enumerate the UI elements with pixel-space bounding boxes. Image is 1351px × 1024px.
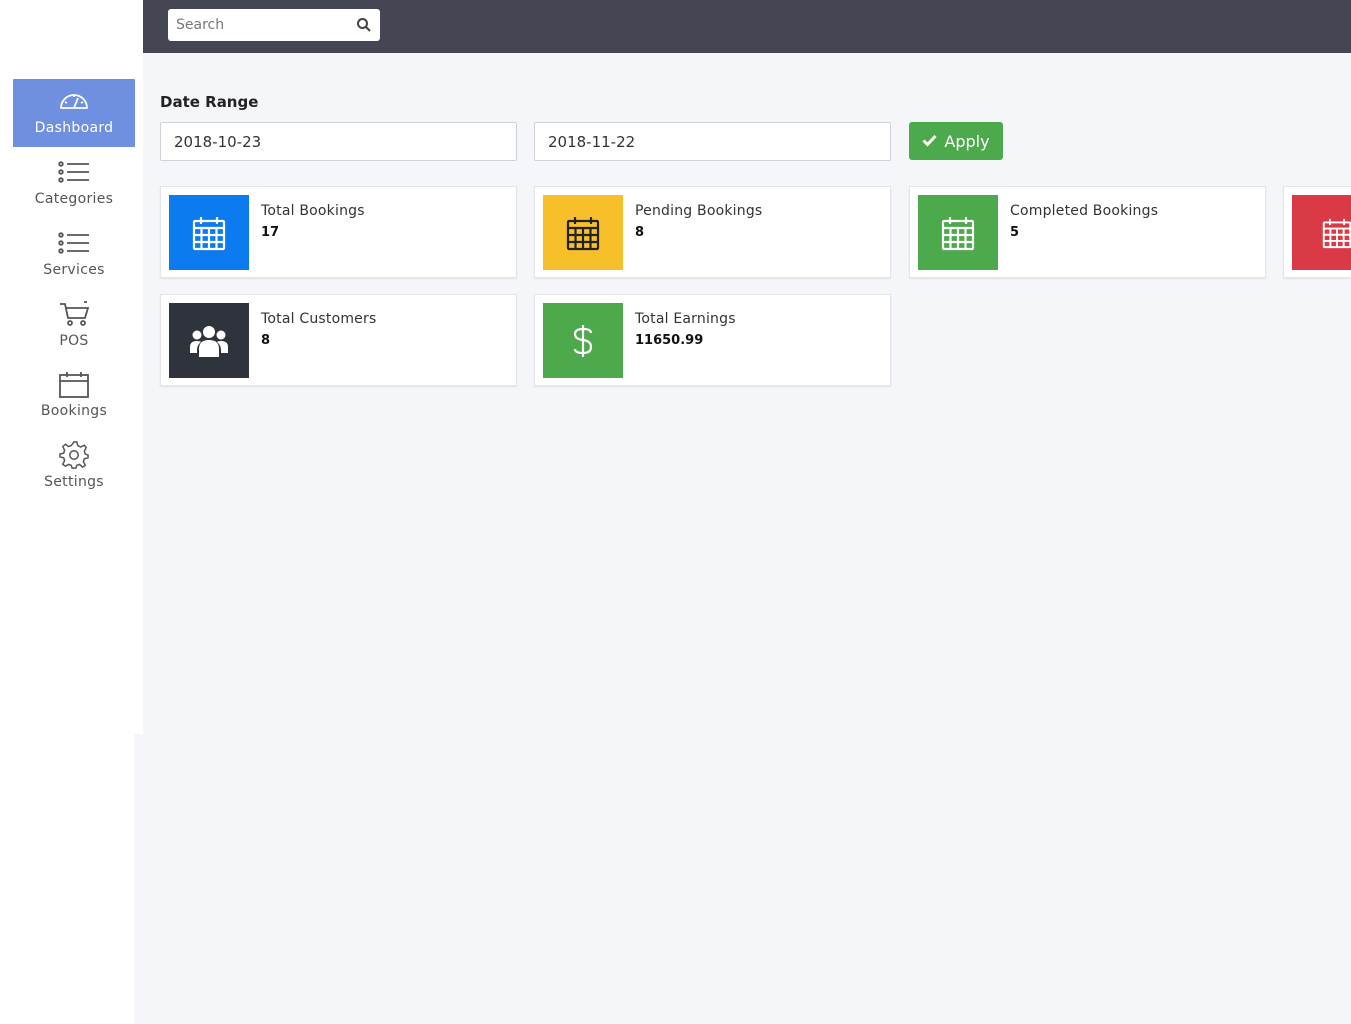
card-value: 8 — [635, 225, 645, 240]
list-icon — [58, 158, 90, 186]
card-title: Total Bookings — [261, 203, 365, 219]
calendar-icon — [58, 370, 90, 398]
card-title: Total Earnings — [635, 311, 736, 327]
calendar-icon — [918, 195, 998, 270]
sidebar-item-label: Dashboard — [34, 120, 114, 136]
apply-button[interactable]: Apply — [909, 122, 1003, 160]
search-box — [168, 9, 380, 41]
card-value: 11650.99 — [635, 333, 704, 348]
sidebar: Dashboard Categories Services POS Bookin… — [0, 0, 143, 734]
stat-card-total-earnings: Total Earnings 11650.99 — [534, 294, 891, 386]
users-icon — [169, 303, 249, 378]
date-range-label: Date Range — [160, 93, 259, 111]
dollar-icon — [543, 303, 623, 378]
card-value: 17 — [261, 225, 280, 240]
sidebar-item-pos[interactable]: POS — [13, 292, 135, 360]
check-icon — [922, 132, 937, 151]
sidebar-item-label: Settings — [44, 474, 104, 490]
top-bar — [143, 0, 1351, 53]
sidebar-item-dashboard[interactable]: Dashboard — [13, 79, 135, 147]
stat-card-partial — [1283, 186, 1351, 278]
sidebar-item-label: Bookings — [40, 403, 108, 419]
sidebar-item-categories[interactable]: Categories — [13, 150, 135, 218]
end-date-input[interactable] — [534, 122, 891, 161]
calendar-icon — [169, 195, 249, 270]
sidebar-item-label: Services — [43, 262, 105, 278]
gear-icon — [58, 441, 90, 469]
calendar-icon — [1292, 195, 1351, 270]
stat-card-completed-bookings: Completed Bookings 5 — [909, 186, 1266, 278]
apply-label: Apply — [944, 131, 990, 151]
start-date-input[interactable] — [160, 122, 517, 161]
dashboard-icon — [58, 87, 90, 115]
card-value: 5 — [1010, 225, 1020, 240]
calendar-icon — [543, 195, 623, 270]
sidebar-item-label: Categories — [34, 191, 114, 207]
stat-card-pending-bookings: Pending Bookings 8 — [534, 186, 891, 278]
sidebar-bottom — [0, 734, 134, 1024]
sidebar-item-services[interactable]: Services — [13, 221, 135, 289]
card-value: 8 — [261, 333, 271, 348]
stat-card-total-customers: Total Customers 8 — [160, 294, 517, 386]
cart-icon — [58, 300, 90, 328]
card-title: Total Customers — [261, 311, 377, 327]
list-icon — [58, 229, 90, 257]
search-icon[interactable] — [356, 17, 372, 33]
card-title: Completed Bookings — [1010, 203, 1159, 219]
sidebar-item-label: POS — [59, 333, 89, 349]
sidebar-item-settings[interactable]: Settings — [13, 433, 135, 501]
card-title: Pending Bookings — [635, 203, 763, 219]
search-input[interactable] — [168, 17, 343, 33]
stat-card-total-bookings: Total Bookings 17 — [160, 186, 517, 278]
sidebar-item-bookings[interactable]: Bookings — [13, 362, 135, 430]
